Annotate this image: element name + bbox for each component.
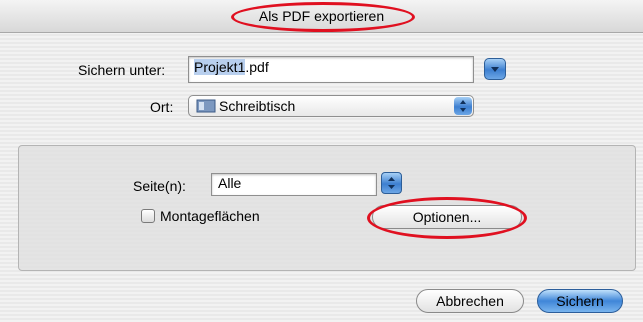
filename-extension: .pdf (245, 59, 269, 75)
options-highlight-oval (367, 197, 527, 239)
cancel-button[interactable]: Abbrechen (416, 289, 524, 313)
chevron-down-icon (491, 67, 499, 72)
save-button[interactable]: Sichern (537, 289, 623, 313)
pages-popup[interactable] (381, 172, 402, 194)
location-label: Ort: (150, 99, 174, 115)
save-as-label: Sichern unter: (78, 62, 166, 78)
popup-arrows (454, 97, 472, 115)
expand-dialog-button[interactable] (484, 58, 506, 80)
title-highlight-oval (231, 2, 415, 32)
desktop-folder-icon (196, 99, 216, 113)
pages-value: Alle (218, 175, 242, 191)
filename-selected-text: Projekt1 (194, 59, 246, 75)
location-value: Schreibtisch (219, 98, 296, 114)
pages-label: Seite(n): (133, 178, 186, 194)
options-group (18, 145, 636, 271)
location-popup[interactable]: Schreibtisch (188, 95, 474, 117)
up-down-arrows-icon (460, 100, 466, 112)
up-down-arrows-icon (388, 177, 395, 189)
title-bar: Als PDF exportieren (0, 0, 643, 33)
spreads-label: Montageflächen (160, 208, 260, 224)
filename-input[interactable]: Projekt1.pdf (188, 56, 474, 83)
pages-arrows (381, 172, 402, 194)
spreads-checkbox[interactable] (141, 209, 155, 223)
pages-input[interactable]: Alle (211, 173, 377, 196)
